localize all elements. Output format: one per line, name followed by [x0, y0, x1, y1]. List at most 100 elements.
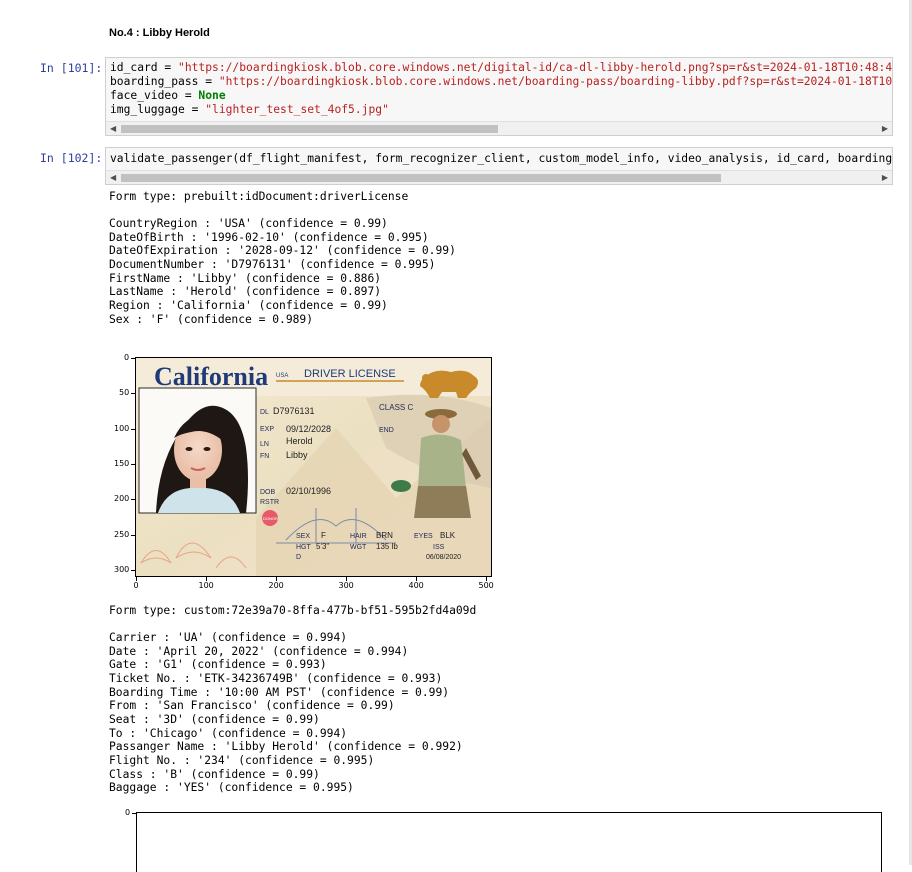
output-field-line: Class : 'B' (confidence = 0.99) [109, 767, 320, 781]
y-tick [131, 393, 135, 395]
var-face-video: face_video [110, 89, 179, 102]
x-tick-label: 100 [198, 581, 214, 590]
card-state: California [154, 362, 268, 391]
output-field-line: DocumentNumber : 'D7976131' (confidence … [109, 257, 436, 271]
str-luggage-file: "lighter_test_set_4of5.jpg" [205, 103, 389, 116]
card-wgt: 135 lb [376, 542, 398, 551]
kw-none: None [198, 89, 226, 102]
x-tick-label: 500 [478, 581, 494, 590]
output-field-line: DateOfExpiration : '2028-09-12' (confide… [109, 244, 456, 258]
output-form-type-license: Form type: prebuilt:idDocument:driverLic… [109, 190, 409, 203]
cell-102-scrollbar[interactable]: ◀ ▶ [106, 170, 892, 184]
x-tick-label: 300 [338, 581, 354, 590]
output-field-line: Sex : 'F' (confidence = 0.989) [109, 312, 314, 326]
card-sex: F [321, 531, 326, 540]
card-fn: Libby [286, 450, 308, 460]
y-tick [131, 463, 135, 465]
license-plot-area: California USA DRIVER LICENSE DL D797613… [135, 357, 492, 577]
y-tick-label: 50 [119, 388, 130, 398]
scroll-right-arrow-icon[interactable]: ▶ [882, 173, 888, 182]
card-eyes-label: EYES [414, 533, 433, 540]
output-field-line: CountryRegion : 'USA' (confidence = 0.99… [109, 217, 388, 230]
output-field-line: Flight No. : '234' (confidence = 0.995) [109, 753, 375, 767]
card-d-label: D [296, 554, 301, 561]
output-form-type-boarding-pass: Form type: custom:72e39a70-8ffa-477b-bf5… [109, 604, 477, 617]
y-tick-label: 100 [114, 423, 130, 433]
scrollbar-thumb[interactable] [121, 125, 498, 133]
x-tick-label: 0 [133, 581, 139, 590]
card-dob: 02/10/1996 [286, 486, 331, 496]
y-tick [131, 358, 135, 359]
y-tick-label: 250 [114, 529, 130, 539]
card-hair: BRN [376, 531, 393, 540]
cell-101-scrollbar[interactable]: ◀ ▶ [106, 121, 892, 135]
output-field-line: Date : 'April 20, 2022' (confidence = 0.… [109, 644, 409, 658]
card-dl-number: D7976131 [273, 406, 315, 416]
var-boarding-pass: boarding_pass [110, 75, 199, 88]
card-wgt-label: WGT [350, 544, 367, 551]
cell-101-code[interactable]: id_card = "https://boardingkiosk.blob.co… [110, 61, 893, 117]
boarding-pass-plot-area [136, 812, 882, 872]
output-field-line: Baggage : 'YES' (confidence = 0.995) [109, 781, 354, 795]
card-fn-label: FN [260, 453, 269, 460]
card-hair-label: HAIR [350, 533, 367, 540]
output-field-line: From : 'San Francisco' (confidence = 0.9… [109, 699, 395, 713]
y-tick-label: 0 [124, 353, 130, 362]
card-ln: Herold [286, 436, 313, 446]
card-dl-label: DL [260, 409, 269, 416]
output-field-line: FirstName : 'Libby' (confidence = 0.886) [109, 271, 382, 285]
card-doc-type: DRIVER LICENSE [304, 368, 396, 380]
output-field-line: Carrier : 'UA' (confidence = 0.994) [109, 631, 348, 644]
scrollbar-thumb[interactable] [121, 174, 721, 182]
card-class: CLASS C [379, 403, 413, 412]
output-field-line: LastName : 'Herold' (confidence = 0.897) [109, 285, 382, 299]
driver-license-image: California USA DRIVER LICENSE DL D797613… [136, 358, 491, 576]
card-eyes: BLK [440, 531, 456, 540]
output-field-line: To : 'Chicago' (confidence = 0.994) [109, 726, 348, 740]
var-img-luggage: img_luggage [110, 103, 185, 116]
y-tick [131, 534, 135, 536]
code-cell-101[interactable]: id_card = "https://boardingkiosk.blob.co… [105, 57, 893, 136]
donor-label: DONOR [263, 516, 278, 521]
scroll-left-arrow-icon[interactable]: ◀ [110, 124, 116, 133]
card-usa: USA [276, 373, 288, 379]
card-end-label: END [379, 427, 394, 434]
output-field-line: Ticket No. : 'ETK-34236749B' (confidence… [109, 671, 443, 685]
y-tick [131, 499, 135, 501]
cell-102-prompt: In [102]: [40, 151, 103, 165]
str-boarding-pass-url: "https://boardingkiosk.blob.core.windows… [218, 75, 893, 88]
y-tick-label: 300 [114, 564, 130, 574]
x-tick-label: 200 [268, 581, 284, 590]
card-dob-label: DOB [260, 489, 276, 496]
card-rstr-label: RSTR [260, 499, 279, 506]
y-tick [132, 813, 136, 814]
card-iss-label: ISS [433, 544, 445, 551]
section-title: No.4 : Libby Herold [109, 27, 210, 39]
y-tick-label: 200 [114, 494, 130, 504]
output-field-line: Boarding Time : '10:00 AM PST' (confiden… [109, 685, 450, 699]
output-field-line: Seat : '3D' (confidence = 0.99) [109, 712, 320, 726]
str-id-card-url: "https://boardingkiosk.blob.core.windows… [178, 61, 893, 74]
code-cell-102[interactable]: validate_passenger(df_flight_manifest, f… [105, 147, 893, 185]
card-hgt: 5'3" [316, 542, 329, 551]
scroll-right-arrow-icon[interactable]: ▶ [882, 124, 888, 133]
output-field-line: Region : 'California' (confidence = 0.99… [109, 298, 388, 312]
card-iss: 06/08/2020 [426, 554, 461, 561]
y-tick-label: 150 [114, 458, 130, 468]
card-exp-label: EXP [260, 426, 274, 433]
card-sex-label: SEX [296, 533, 310, 540]
card-hgt-label: HGT [296, 544, 312, 551]
output-field-line: Passanger Name : 'Libby Herold' (confide… [109, 740, 463, 754]
y-tick [131, 428, 135, 430]
card-ln-label: LN [260, 441, 269, 448]
var-id-card: id_card [110, 61, 158, 74]
output-field-line: DateOfBirth : '1996-02-10' (confidence =… [109, 230, 429, 244]
output-field-line: Gate : 'G1' (confidence = 0.993) [109, 658, 327, 672]
cell-101-prompt: In [101]: [40, 61, 103, 75]
cell-102-code[interactable]: validate_passenger(df_flight_manifest, f… [110, 152, 892, 166]
y-tick [131, 569, 135, 571]
card-exp: 09/12/2028 [286, 424, 331, 434]
x-tick-label: 400 [408, 581, 424, 590]
id-photo [138, 387, 257, 514]
scroll-left-arrow-icon[interactable]: ◀ [110, 173, 116, 182]
